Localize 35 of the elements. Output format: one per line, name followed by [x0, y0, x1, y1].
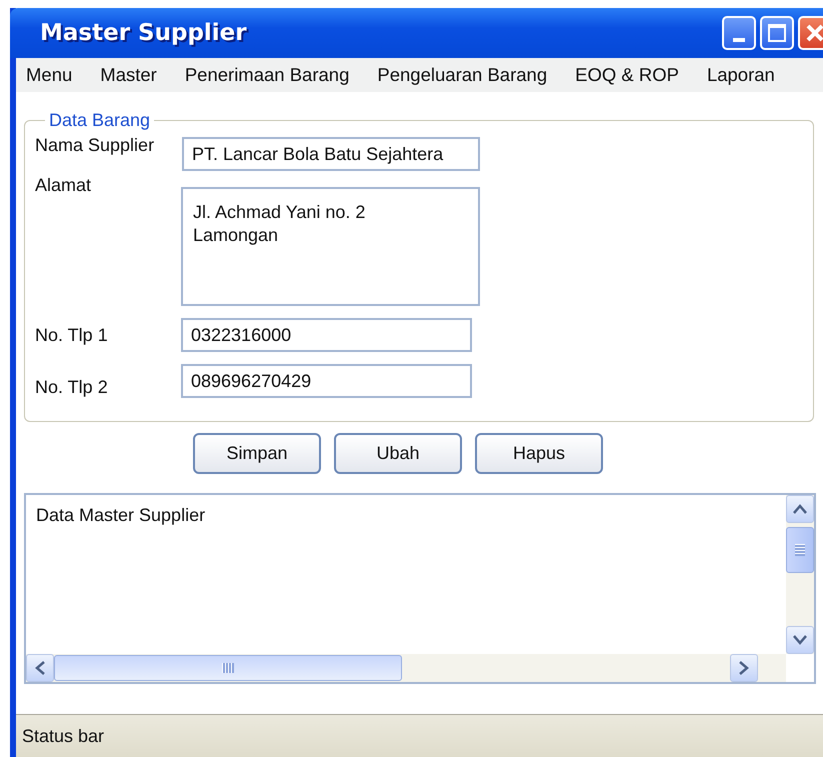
input-field[interactable]: 0322316000 — [181, 318, 472, 352]
field-label: No. Tlp 1 — [35, 324, 109, 346]
field-label: Alamat — [35, 175, 92, 196]
field-label: Nama Supplier — [35, 135, 156, 156]
input-field[interactable]: 089696270429 — [181, 364, 472, 398]
menu-item[interactable]: Penerimaan Barang — [184, 64, 350, 86]
address-field[interactable]: Jl. Achmad Yani no. 2 Lamongan — [181, 187, 480, 306]
scroll-up-icon[interactable] — [792, 503, 808, 515]
list-title: Data Master Supplier — [36, 505, 206, 525]
minimize-button[interactable] — [722, 16, 756, 50]
grip-icon — [795, 544, 805, 556]
horizontal-scrollbar[interactable] — [26, 654, 786, 682]
window-title: Master Supplier — [40, 20, 248, 46]
menu-item[interactable]: Laporan — [706, 64, 775, 86]
menu-item[interactable]: Master — [100, 64, 157, 86]
maximize-button[interactable] — [760, 16, 794, 50]
list-box[interactable]: Data Master Supplier — [24, 493, 816, 684]
action-button[interactable]: Ubah — [334, 433, 462, 474]
vertical-scrollbar[interactable] — [786, 495, 814, 654]
scroll-thumb[interactable] — [786, 527, 814, 573]
field-label: No. Tlp 2 — [35, 377, 109, 398]
close-button[interactable] — [798, 16, 823, 50]
action-button[interactable]: Simpan — [193, 433, 321, 474]
action-button[interactable]: Hapus — [475, 433, 603, 474]
scroll-down-icon[interactable] — [792, 634, 808, 646]
scroll-right-icon[interactable] — [738, 660, 750, 676]
menu-item[interactable]: Menu — [26, 64, 72, 86]
status-text: Status bar — [22, 726, 104, 746]
menu-item[interactable]: EOQ & ROP — [575, 64, 679, 86]
input-field[interactable]: PT. Lancar Bola Batu Sejahtera — [182, 137, 480, 171]
menu-item[interactable]: Pengeluaran Barang — [377, 64, 548, 86]
group-title: Data Barang — [48, 110, 152, 131]
scroll-thumb[interactable] — [54, 655, 402, 681]
grip-icon — [222, 663, 234, 673]
scroll-left-icon[interactable] — [34, 660, 46, 676]
